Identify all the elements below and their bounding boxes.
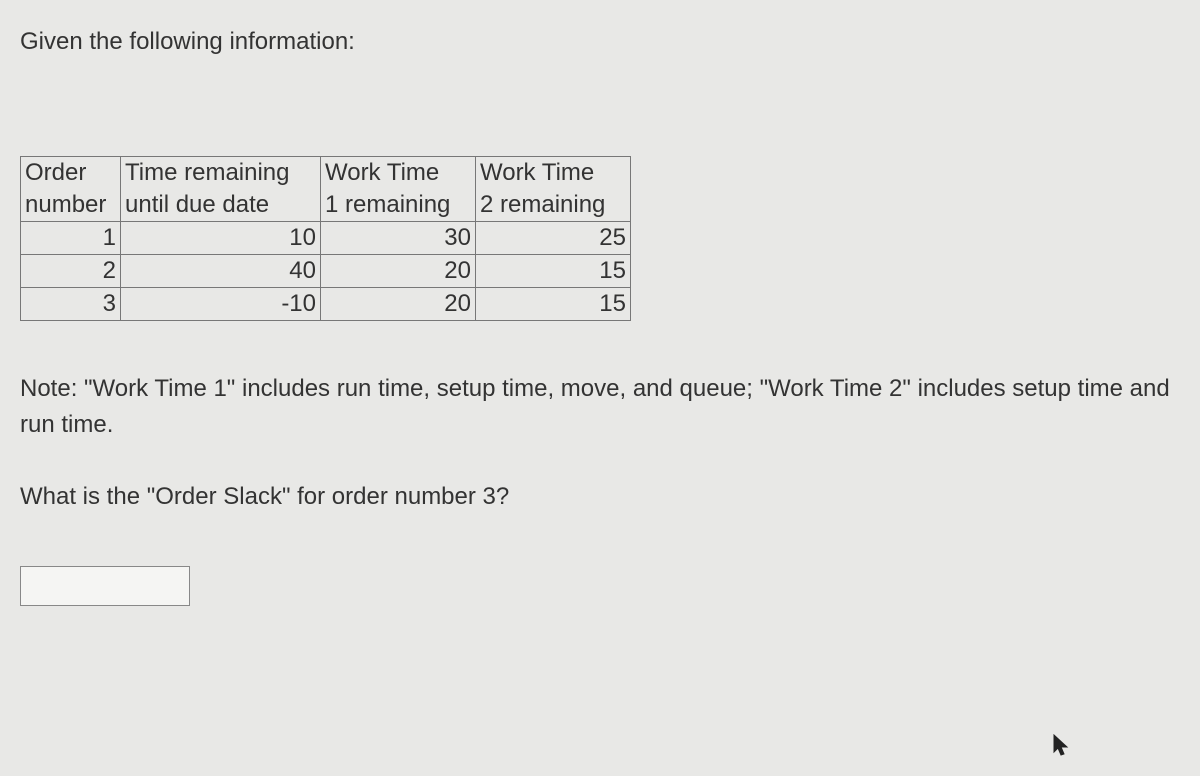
cursor-icon <box>1052 734 1070 758</box>
cell-work2: 25 <box>476 222 631 255</box>
header-time-1: Time remaining <box>121 157 321 190</box>
cell-order: 2 <box>21 255 121 288</box>
header-time-2: until due date <box>121 189 321 222</box>
cell-order: 1 <box>21 222 121 255</box>
data-table: Order Time remaining Work Time Work Time… <box>20 156 631 321</box>
header-work2-2: 2 remaining <box>476 189 631 222</box>
cell-time: 10 <box>121 222 321 255</box>
header-order-1: Order <box>21 157 121 190</box>
table-header-row1: Order Time remaining Work Time Work Time <box>21 157 631 190</box>
note-text: Note: "Work Time 1" includes run time, s… <box>20 371 1180 443</box>
cell-work2: 15 <box>476 288 631 321</box>
question-text: What is the "Order Slack" for order numb… <box>20 483 1180 511</box>
cell-time: 40 <box>121 255 321 288</box>
cell-work1: 20 <box>321 255 476 288</box>
header-work1-1: Work Time <box>321 157 476 190</box>
table-row: 3 -10 20 15 <box>21 288 631 321</box>
table-header-row2: number until due date 1 remaining 2 rema… <box>21 189 631 222</box>
cell-work1: 20 <box>321 288 476 321</box>
cell-work1: 30 <box>321 222 476 255</box>
cell-work2: 15 <box>476 255 631 288</box>
header-order-2: number <box>21 189 121 222</box>
table-row: 1 10 30 25 <box>21 222 631 255</box>
answer-input[interactable] <box>20 566 190 606</box>
header-work2-1: Work Time <box>476 157 631 190</box>
intro-text: Given the following information: <box>20 28 1180 56</box>
header-work1-2: 1 remaining <box>321 189 476 222</box>
cell-time: -10 <box>121 288 321 321</box>
table-row: 2 40 20 15 <box>21 255 631 288</box>
cell-order: 3 <box>21 288 121 321</box>
